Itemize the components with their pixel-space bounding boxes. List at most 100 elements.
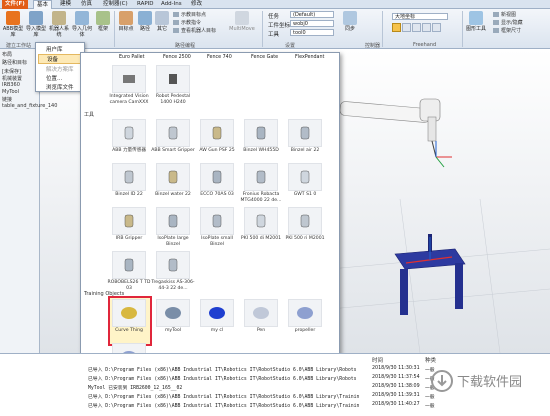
gallery-item[interactable]: Tregaskiss AS-306-44-3 22 de...: [151, 251, 195, 295]
tree-item-tool[interactable]: MyTool: [2, 89, 19, 95]
reference-frame-select[interactable]: 大地坐标: [392, 13, 448, 20]
gallery-item[interactable]: ECCO 70AS 03: [195, 163, 239, 207]
frame-button[interactable]: 框架: [94, 11, 112, 32]
other-label: 其它: [156, 26, 167, 32]
layout-tab[interactable]: 布局: [2, 51, 12, 58]
category-column-header[interactable]: 种类: [425, 356, 436, 364]
gallery-item[interactable]: ROBOBELS26 T TD 03: [107, 251, 151, 295]
floor-grid: [479, 198, 501, 353]
tab-controller[interactable]: 控制器(C): [100, 0, 131, 9]
gallery-item[interactable]: Binzel water 22: [151, 163, 195, 207]
robot-system-button[interactable]: 机器人系统: [48, 11, 70, 38]
training-item[interactable]: propeller: [283, 299, 327, 343]
browse-library-item[interactable]: 浏览库文件: [38, 83, 84, 93]
gallery-item[interactable]: PKI 500 di M2001: [239, 207, 283, 251]
task-select[interactable]: (Default): [290, 11, 334, 18]
gallery-item[interactable]: IRB Gripper: [107, 207, 151, 251]
tab-modify[interactable]: 修改: [188, 0, 205, 9]
output-message[interactable]: 已导入 D:\Program Files (x86)\ABB Industria…: [88, 375, 368, 382]
equipment-item[interactable]: 设备: [38, 54, 84, 64]
tab-rapid[interactable]: RAPID: [134, 0, 157, 9]
multimove-label: MultiMove: [229, 26, 255, 32]
training-item[interactable]: my cl: [195, 299, 239, 343]
mechanisms-node[interactable]: 机械装置: [2, 75, 22, 82]
target-button[interactable]: 目标点: [116, 11, 136, 32]
camera-icon: [112, 65, 146, 93]
import-geometry-button[interactable]: 导入几何体: [71, 11, 93, 38]
sync-icon: [343, 11, 357, 25]
freehand-tools[interactable]: [392, 23, 452, 33]
abb-library-button[interactable]: ABB模型库: [2, 11, 24, 38]
gallery-item-label[interactable]: Fence 740: [207, 55, 232, 60]
output-message[interactable]: 已导入 D:\Program Files (x86)\ABB Industria…: [88, 393, 368, 400]
tree-item-table[interactable]: table_and_fixture_140: [2, 103, 57, 109]
output-time: 2018/9/30 11:30:31: [372, 366, 420, 371]
gallery-item-label: PKI 500 di M2001: [240, 236, 282, 241]
wobj-select[interactable]: wobj0: [290, 20, 334, 27]
paths-targets-tab[interactable]: 路径和目标: [2, 59, 27, 66]
gallery-item[interactable]: Binzel WH455D: [239, 119, 283, 163]
gallery-item[interactable]: ABB 力量传感器: [107, 119, 151, 163]
teach-target-button[interactable]: 示教目标点: [173, 12, 206, 19]
output-message[interactable]: MyTool 已安装到 IRB2600_12_165__02: [88, 384, 368, 391]
gallery-item[interactable]: GWT S1 0: [283, 163, 327, 207]
tool-icon: [244, 207, 278, 235]
layout-panel: 布局 路径和目标 [未保存] 机械装置 IRB360 MyTool 链接 tab…: [0, 49, 57, 353]
path-label: 路径: [139, 26, 150, 32]
gallery-item[interactable]: PKI 500 ri M2001: [283, 207, 327, 251]
gallery-item[interactable]: Robot Pedestal 1400 H240: [151, 65, 195, 109]
gallery-item[interactable]: IsoPlate small Binzel: [195, 207, 239, 251]
tab-modeling[interactable]: 建模: [57, 0, 74, 9]
training-object-icon: [288, 299, 322, 327]
gallery-item-label[interactable]: Euro Pallet: [119, 55, 145, 60]
move-icon[interactable]: [392, 23, 401, 32]
view-robot-target-button[interactable]: 查看机器人目标: [173, 28, 216, 35]
divider: [262, 11, 263, 47]
jog-reorient-icon[interactable]: [432, 23, 441, 32]
tab-simulation[interactable]: 仿真: [78, 0, 95, 9]
graphic-tools-label: 图形工具: [465, 26, 486, 32]
tab-file[interactable]: 文件(F): [2, 0, 28, 9]
output-message[interactable]: 已导入 D:\Program Files (x86)\ABB Industria…: [88, 402, 368, 409]
robot-wrist[interactable]: [427, 116, 437, 142]
controller-icon: [52, 11, 66, 25]
jog-linear-icon[interactable]: [422, 23, 431, 32]
jog-joint-icon[interactable]: [412, 23, 421, 32]
output-message[interactable]: 已导入 D:\Program Files (x86)\ABB Industria…: [88, 366, 368, 373]
gallery-item-label[interactable]: Fence 2500: [163, 55, 191, 60]
other-icon: [155, 11, 169, 25]
gallery-item[interactable]: Fronius Robacta MTG4000 22 de...: [239, 163, 283, 207]
watermark-logo: 下载软件园: [431, 370, 522, 392]
training-item[interactable]: myTool: [151, 299, 195, 343]
training-item[interactable]: Curve Thing: [107, 299, 151, 343]
gallery-item-label: AW Gun PSF 25: [199, 148, 235, 153]
links-node[interactable]: 链接: [2, 96, 12, 103]
tab-basic[interactable]: 基本: [33, 0, 53, 9]
robot-arm-upper[interactable]: [339, 101, 431, 123]
gallery-item[interactable]: AW Gun PSF 25: [195, 119, 239, 163]
show-hide-button[interactable]: 显示/隐藏: [493, 20, 523, 27]
other-button[interactable]: 其它: [154, 11, 170, 32]
gallery-item[interactable]: Binzel air 22: [283, 119, 327, 163]
gallery-item[interactable]: Binzel ID 22: [107, 163, 151, 207]
import-library-button[interactable]: 导入模型库: [25, 11, 47, 38]
rotate-icon[interactable]: [402, 23, 411, 32]
training-item[interactable]: Pen: [239, 299, 283, 343]
gallery-item[interactable]: IsoPlate large Binzel: [151, 207, 195, 251]
graphic-tools-button[interactable]: 图形工具: [465, 11, 487, 32]
gallery-item-label[interactable]: Fence Gate: [251, 55, 278, 60]
multimove-button[interactable]: MultiMove: [228, 11, 256, 32]
tab-addins[interactable]: Add-Ins: [158, 0, 185, 9]
gallery-item[interactable]: Integrated Vision camera CamXXX: [107, 65, 151, 109]
station-node[interactable]: [未保存]: [2, 68, 21, 75]
tree-item-robot[interactable]: IRB360: [2, 82, 20, 88]
path-button[interactable]: 路径: [137, 11, 153, 32]
time-column-header[interactable]: 时间: [372, 356, 383, 364]
sync-button[interactable]: 同步: [340, 11, 360, 32]
tool-select[interactable]: tool0: [290, 29, 334, 36]
frame-size-button[interactable]: 框架尺寸: [493, 28, 521, 35]
gallery-item-label[interactable]: FlexPendant: [295, 55, 324, 60]
gallery-item[interactable]: ABB Smart Gripper: [151, 119, 195, 163]
new-view-button[interactable]: 新视图: [493, 12, 516, 19]
teach-instruction-button[interactable]: 示教指令: [173, 20, 201, 27]
